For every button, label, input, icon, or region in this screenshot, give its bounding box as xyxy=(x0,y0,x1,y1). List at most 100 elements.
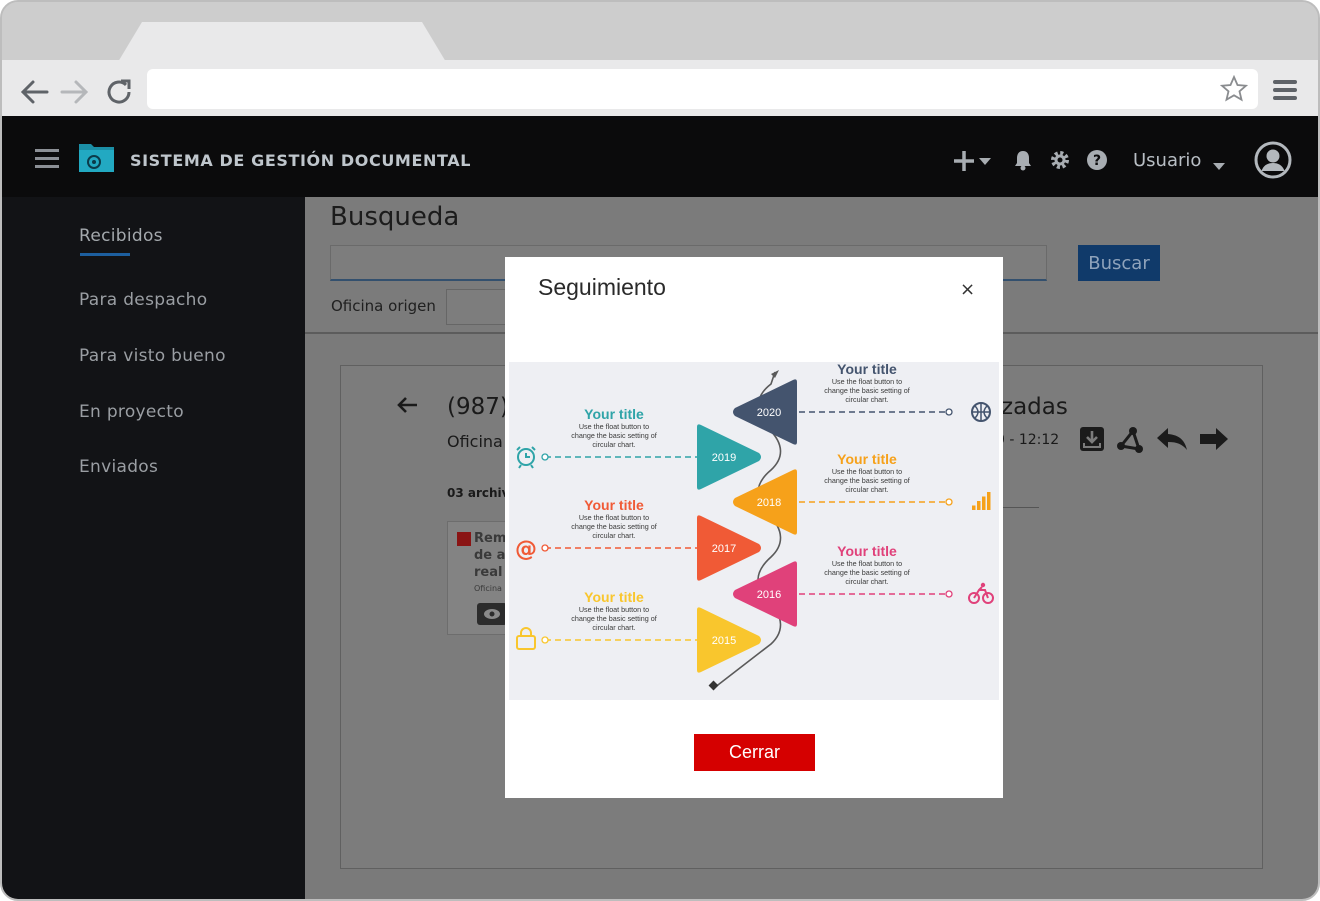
timeline-body-text: circular chart. xyxy=(592,440,635,449)
sidebar-item-label: Enviados xyxy=(79,457,159,477)
timeline-step-2019: 2019 Your titleUse the float button tocha… xyxy=(516,406,761,490)
timeline-body-text: Use the float button to xyxy=(832,377,902,386)
avatar[interactable] xyxy=(1254,141,1292,183)
shopping-bag-icon xyxy=(516,627,536,650)
timeline-node xyxy=(945,408,953,416)
sidebar-item-recibidos[interactable]: Recibidos xyxy=(79,226,163,246)
alarm-clock-icon xyxy=(516,446,536,469)
reload-icon[interactable] xyxy=(103,76,135,108)
timeline-title: Your title xyxy=(837,362,897,377)
at-sign-icon: @ xyxy=(515,537,537,562)
timeline-body-text: change the basic setting of xyxy=(824,568,910,577)
gear-icon[interactable] xyxy=(1049,149,1071,175)
timeline-node xyxy=(541,544,549,552)
bell-icon[interactable] xyxy=(1014,149,1032,175)
origin-office-select[interactable] xyxy=(446,289,508,325)
reply-icon[interactable] xyxy=(1155,426,1189,458)
timeline-title: Your title xyxy=(837,451,897,467)
pdf-icon xyxy=(457,532,471,546)
document-office: Oficina xyxy=(447,432,503,451)
share-tree-icon[interactable] xyxy=(1115,426,1145,458)
timeline-title: Your title xyxy=(584,406,644,422)
timeline-step-2017: 2017 @ Your titleUse the float button toch… xyxy=(515,497,761,581)
browser-tab[interactable] xyxy=(118,22,446,62)
eye-icon[interactable] xyxy=(477,603,507,625)
timeline-title: Your title xyxy=(584,497,644,513)
chevron-down-icon[interactable] xyxy=(1212,156,1226,175)
sidebar-item-label: Para visto bueno xyxy=(79,346,226,366)
sidebar-item-label: Recibidos xyxy=(79,226,163,246)
timeline-start-marker xyxy=(708,680,719,691)
active-indicator xyxy=(80,253,130,256)
svg-text:?: ? xyxy=(1093,153,1101,169)
hamburger-menu-icon[interactable] xyxy=(35,148,59,174)
add-menu-icon[interactable] xyxy=(953,149,995,177)
timeline-node xyxy=(541,453,549,461)
file-office: Oficina xyxy=(474,584,502,593)
bicycle-icon xyxy=(968,582,994,604)
browser-toolbar xyxy=(2,60,1318,116)
timeline-infographic: 2020 Your title Use the float button to cha… xyxy=(509,361,999,700)
address-bar[interactable] xyxy=(147,69,1258,109)
document-actions xyxy=(1079,426,1229,458)
user-menu[interactable]: Usuario xyxy=(1133,150,1201,171)
timeline-body-text: change the basic setting of xyxy=(571,431,657,440)
arrow-left-icon[interactable] xyxy=(396,396,418,418)
document-title: (987) xyxy=(447,394,509,420)
sidebar-item-label: Para despacho xyxy=(79,290,208,310)
sidebar-item-para-visto-bueno[interactable]: Para visto bueno xyxy=(79,346,226,366)
timeline-year: 2016 xyxy=(757,589,781,601)
timeline-step-2018: 2018 Your titleUse the float button tocha… xyxy=(733,451,991,535)
document-date: 0 - 12:12 xyxy=(996,432,1060,448)
file-name-line: de a xyxy=(474,548,506,563)
download-icon[interactable] xyxy=(1079,426,1105,458)
timeline-year: 2019 xyxy=(712,452,736,464)
forward-icon[interactable] xyxy=(59,76,91,108)
app-header: SISTEMA DE GESTIÓN DOCUMENTAL ? Usuario xyxy=(2,116,1318,197)
basketball-icon xyxy=(971,402,991,422)
sidebar-item-en-proyecto[interactable]: En proyecto xyxy=(79,402,184,422)
signal-bars-icon xyxy=(972,492,991,510)
timeline-body-text: Use the float button to xyxy=(579,605,649,614)
timeline-body-text: change the basic setting of xyxy=(571,522,657,531)
search-button[interactable]: Buscar xyxy=(1078,245,1160,281)
file-name-line: Rem xyxy=(474,531,507,546)
help-icon[interactable]: ? xyxy=(1086,149,1108,175)
timeline-year: 2017 xyxy=(712,543,736,555)
forward-arrow-icon[interactable] xyxy=(1199,426,1229,458)
timeline-title: Your title xyxy=(837,543,897,559)
origin-office-label: Oficina origen xyxy=(331,297,436,315)
timeline-body-text: Use the float button to xyxy=(579,422,649,431)
timeline-body-text: change the basic setting of xyxy=(824,386,910,395)
bookmark-star-icon[interactable] xyxy=(1219,74,1249,107)
modal-title: Seguimiento xyxy=(538,274,666,300)
timeline-body-text: circular chart. xyxy=(592,623,635,632)
timeline-body-text: circular chart. xyxy=(592,531,635,540)
tab-strip xyxy=(2,2,1318,62)
timeline-body-text: Use the float button to xyxy=(832,467,902,476)
browser-window: SISTEMA DE GESTIÓN DOCUMENTAL ? Usuario … xyxy=(0,0,1320,901)
timeline-step-2015: 2015 Your titleUse the float button tocha… xyxy=(516,589,761,673)
timeline-year: 2018 xyxy=(757,497,781,509)
browser-menu-icon[interactable] xyxy=(1272,78,1298,106)
sidebar-item-label: En proyecto xyxy=(79,402,184,422)
sidebar: Recibidos Para despacho Para visto bueno… xyxy=(2,197,305,899)
timeline-body-text: circular chart. xyxy=(845,577,888,586)
timeline-node xyxy=(945,590,953,598)
tracking-modal: Seguimiento × 2020 Your title Use the floa… xyxy=(505,257,1003,798)
app-logo xyxy=(78,138,116,174)
timeline-body-text: change the basic setting of xyxy=(571,614,657,623)
divider xyxy=(1003,507,1039,508)
file-card[interactable]: Rem de a real Oficina xyxy=(447,521,507,635)
sidebar-item-para-despacho[interactable]: Para despacho xyxy=(79,290,207,310)
timeline-body-text: Use the float button to xyxy=(579,513,649,522)
sidebar-item-enviados[interactable]: Enviados xyxy=(79,457,158,477)
timeline-year: 2020 xyxy=(757,407,781,419)
back-icon[interactable] xyxy=(18,76,50,108)
page-title: Busqueda xyxy=(330,202,460,232)
timeline-arrowhead xyxy=(771,370,779,378)
close-button[interactable]: Cerrar xyxy=(694,734,815,771)
file-name-line: real xyxy=(474,565,503,580)
close-icon[interactable]: × xyxy=(960,279,975,300)
app-title: SISTEMA DE GESTIÓN DOCUMENTAL xyxy=(130,151,472,170)
